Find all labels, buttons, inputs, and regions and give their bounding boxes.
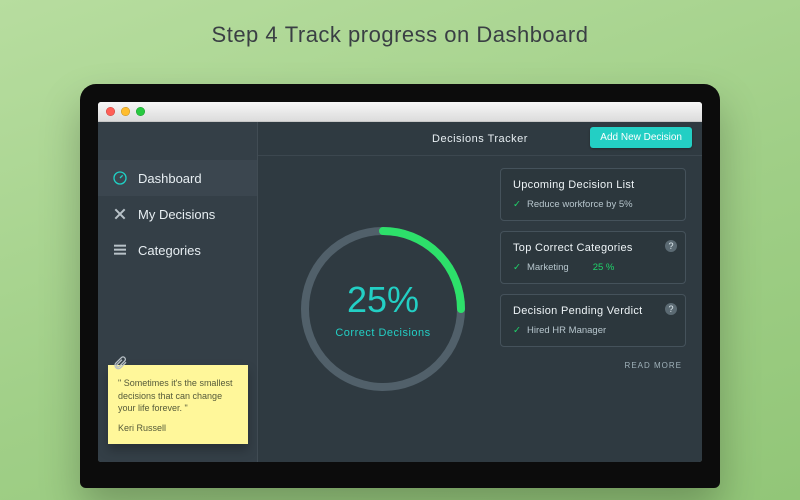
item-label: Reduce workforce by 5% bbox=[527, 199, 633, 210]
panel-title: Decision Pending Verdict bbox=[513, 305, 673, 317]
item-label: Marketing bbox=[527, 262, 569, 273]
sidebar-item-label: Dashboard bbox=[138, 171, 202, 186]
sidebar-item-dashboard[interactable]: Dashboard bbox=[98, 160, 257, 196]
sidebar-item-my-decisions[interactable]: My Decisions bbox=[98, 196, 257, 232]
app-title: Decisions Tracker bbox=[432, 133, 528, 145]
list-item[interactable]: ✓ Reduce workforce by 5% bbox=[513, 199, 673, 210]
gauge-wrap: 25% Correct Decisions bbox=[278, 168, 488, 450]
close-icon[interactable] bbox=[106, 107, 115, 116]
app: Dashboard My Decisions Categories bbox=[98, 122, 702, 462]
check-icon: ✓ bbox=[513, 199, 521, 210]
list-item[interactable]: ✓ Marketing 25 % bbox=[513, 262, 673, 273]
check-icon: ✓ bbox=[513, 325, 521, 336]
panel-title: Top Correct Categories bbox=[513, 242, 673, 254]
item-label: Hired HR Manager bbox=[527, 325, 606, 336]
check-icon: ✓ bbox=[513, 262, 521, 273]
help-icon[interactable]: ? bbox=[665, 303, 677, 315]
list-item[interactable]: ✓ Hired HR Manager bbox=[513, 325, 673, 336]
panel-title: Upcoming Decision List bbox=[513, 179, 673, 191]
gauge-icon bbox=[112, 170, 128, 186]
panels: Upcoming Decision List ✓ Reduce workforc… bbox=[488, 168, 686, 450]
item-percent: 25 % bbox=[593, 262, 615, 273]
sticky-quote: " Sometimes it's the smallest decisions … bbox=[118, 377, 238, 413]
sidebar-item-label: Categories bbox=[138, 243, 201, 258]
paperclip-icon bbox=[112, 355, 128, 374]
cross-icon bbox=[112, 206, 128, 222]
progress-gauge: 25% Correct Decisions bbox=[293, 219, 473, 399]
main: Decisions Tracker Add New Decision bbox=[258, 122, 702, 462]
content: 25% Correct Decisions Upcoming Decision … bbox=[258, 156, 702, 462]
sticky-author: Keri Russell bbox=[118, 422, 238, 434]
read-more-link[interactable]: READ MORE bbox=[625, 361, 686, 370]
headline-bold: Track progress on Dashboard bbox=[285, 22, 589, 47]
monitor-bezel: Dashboard My Decisions Categories bbox=[80, 84, 720, 488]
panel-upcoming-decisions: Upcoming Decision List ✓ Reduce workforc… bbox=[500, 168, 686, 221]
sidebar-item-label: My Decisions bbox=[138, 207, 215, 222]
sticky-note: " Sometimes it's the smallest decisions … bbox=[108, 365, 248, 444]
list-icon bbox=[112, 242, 128, 258]
screen: Dashboard My Decisions Categories bbox=[98, 102, 702, 462]
help-icon[interactable]: ? bbox=[665, 240, 677, 252]
sidebar-item-categories[interactable]: Categories bbox=[98, 232, 257, 268]
panel-top-categories: ? Top Correct Categories ✓ Marketing 25 … bbox=[500, 231, 686, 284]
sidebar: Dashboard My Decisions Categories bbox=[98, 122, 258, 462]
gauge-percent: 25% bbox=[347, 279, 419, 321]
headline-prefix: Step 4 bbox=[212, 22, 285, 47]
gauge-caption: Correct Decisions bbox=[335, 327, 430, 339]
page-headline: Step 4 Track progress on Dashboard bbox=[0, 22, 800, 48]
maximize-icon[interactable] bbox=[136, 107, 145, 116]
monitor-frame: Dashboard My Decisions Categories bbox=[80, 84, 720, 488]
window-chrome bbox=[98, 102, 702, 122]
add-new-decision-button[interactable]: Add New Decision bbox=[590, 127, 692, 148]
topbar: Decisions Tracker Add New Decision bbox=[258, 122, 702, 156]
panel-pending-verdict: ? Decision Pending Verdict ✓ Hired HR Ma… bbox=[500, 294, 686, 347]
minimize-icon[interactable] bbox=[121, 107, 130, 116]
